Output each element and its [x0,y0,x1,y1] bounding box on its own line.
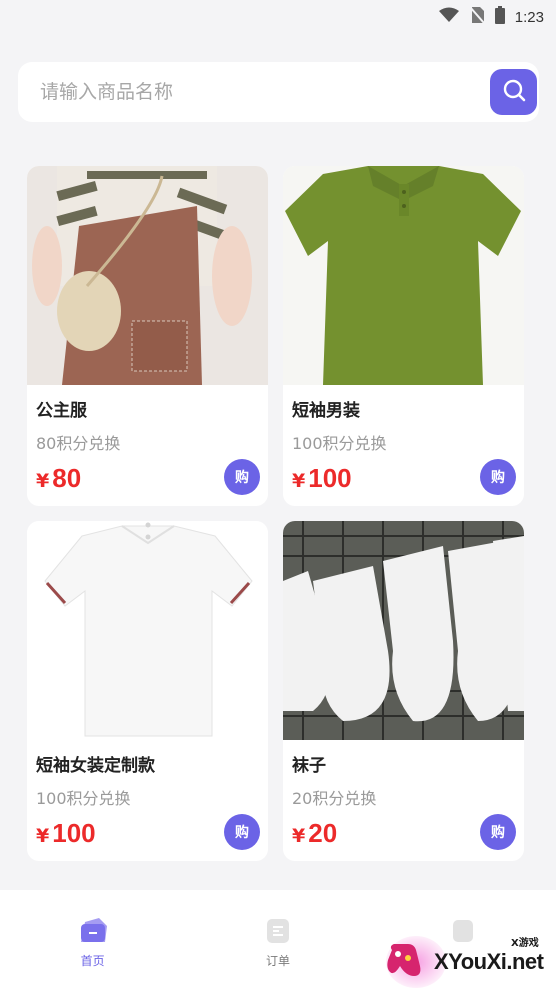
watermark: X游戏 XYouXi.net [386,932,556,990]
buy-button[interactable]: 购 [480,814,516,850]
battery-icon [494,6,505,28]
price-value: 100 [308,463,352,493]
price-value: 20 [308,818,338,848]
search-icon [502,78,526,106]
product-points: 80积分兑换 [36,434,121,453]
product-name: 袜子 [292,756,326,776]
product-points: 100积分兑换 [292,434,387,453]
nav-label: 首页 [80,954,105,968]
price-value: 80 [52,463,82,493]
nav-item-home[interactable]: 首页 [0,890,185,990]
currency-symbol: ¥ [292,470,306,492]
currency-symbol: ¥ [36,470,50,492]
product-price: ¥ 100 [292,463,352,494]
product-card[interactable]: 公主服 80积分兑换 ¥ 80 购 [27,166,268,506]
product-name: 短袖男装 [292,401,360,421]
currency-symbol: ¥ [36,825,50,847]
order-icon [264,918,292,944]
product-image [27,521,268,740]
buy-button[interactable]: 购 [224,459,260,495]
search-button[interactable] [490,69,537,115]
nav-label: 订单 [265,954,290,968]
no-sim-icon [469,6,485,28]
search-bar [18,62,539,122]
wifi-icon [438,7,459,27]
product-name: 短袖女装定制款 [36,756,155,776]
product-points: 20积分兑换 [292,789,377,808]
product-image [27,166,268,385]
product-card[interactable]: 短袖男装 100积分兑换 ¥ 100 购 [283,166,524,506]
status-bar: 1:23 [0,0,556,34]
buy-button[interactable]: 购 [480,459,516,495]
currency-symbol: ¥ [292,825,306,847]
product-image [283,166,524,385]
product-price: ¥ 100 [36,818,96,849]
watermark-small-text: X游戏 [511,938,539,949]
status-time: 1:23 [514,8,544,26]
product-image [283,521,524,740]
product-card[interactable]: 短袖女装定制款 100积分兑换 ¥ 100 购 [27,521,268,861]
search-input[interactable] [40,72,460,112]
product-price: ¥ 80 [36,463,81,494]
product-card[interactable]: 袜子 20积分兑换 ¥ 20 购 [283,521,524,861]
price-value: 100 [52,818,96,848]
product-points: 100积分兑换 [36,789,131,808]
nav-item-orders[interactable]: 订单 [185,890,370,990]
home-icon [79,918,107,944]
product-name: 公主服 [36,401,87,421]
watermark-text: XYouXi.net [434,949,544,974]
product-grid: 公主服 80积分兑换 ¥ 80 购 短袖男装 100积分兑换 ¥ 100 购 短… [27,166,524,861]
product-price: ¥ 20 [292,818,337,849]
buy-button[interactable]: 购 [224,814,260,850]
